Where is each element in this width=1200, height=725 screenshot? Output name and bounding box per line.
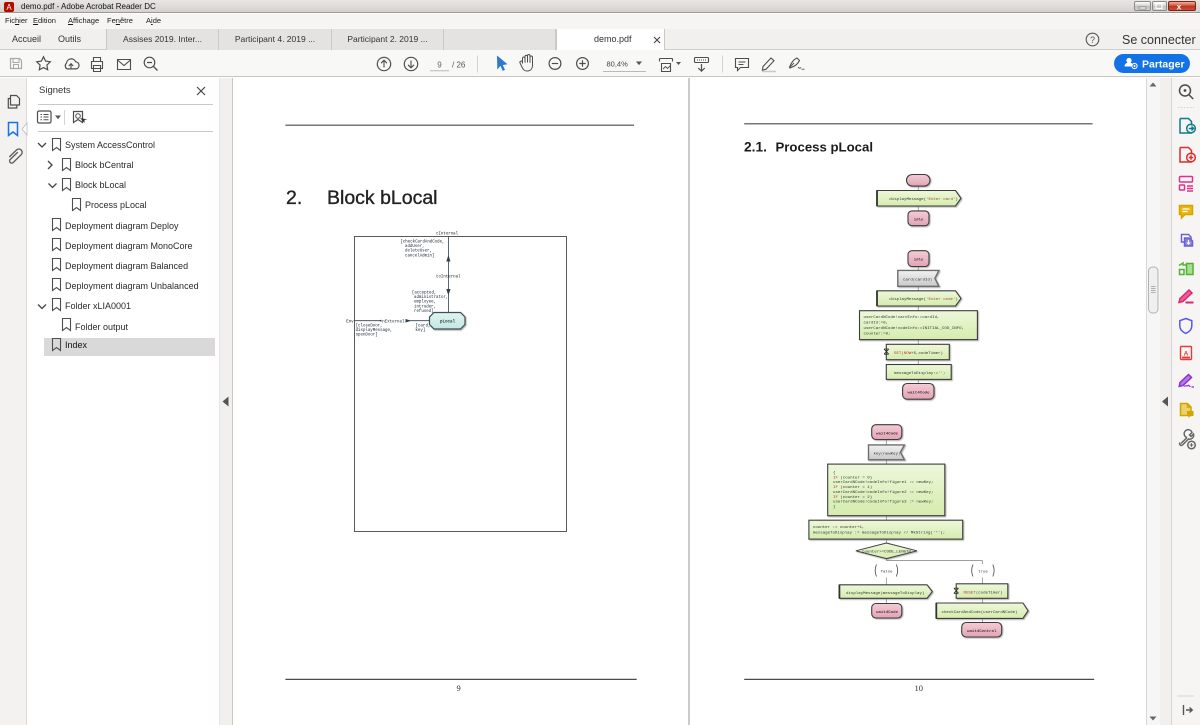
svg-text:displayMessage('Enter code'): displayMessage('Enter code') bbox=[889, 297, 958, 302]
svg-text:}: } bbox=[833, 505, 835, 510]
svg-text:Block bLocal: Block bLocal bbox=[327, 187, 438, 209]
svg-text:displayMessage(messageToDispla: displayMessage(messageToDisplay) bbox=[846, 591, 924, 596]
svg-text:[checkCardAndCode,: [checkCardAndCode, bbox=[400, 240, 444, 245]
svg-text:?: ? bbox=[1090, 35, 1095, 45]
svg-text:idle: idle bbox=[914, 258, 924, 263]
svg-text:pLocal: pLocal bbox=[440, 320, 456, 325]
svg-text:counter:=0;: counter:=0; bbox=[864, 331, 891, 336]
svg-text:A: A bbox=[6, 3, 12, 12]
svg-text:deleteUser,: deleteUser, bbox=[405, 249, 432, 254]
svg-text:idle: idle bbox=[914, 217, 924, 222]
svg-text:IF (counter = 2): IF (counter = 2) bbox=[833, 495, 872, 500]
svg-text:key(newKey): key(newKey) bbox=[874, 452, 901, 457]
svg-text:SET(NOW+5,codeTimer): SET(NOW+5,codeTimer) bbox=[894, 351, 943, 356]
svg-text:10: 10 bbox=[915, 683, 924, 693]
svg-text:true: true bbox=[978, 570, 988, 575]
svg-text:displayMessage('Enter card'): displayMessage('Enter card') bbox=[889, 197, 958, 202]
svg-text:cardId:=0,: cardId:=0, bbox=[864, 320, 889, 325]
svg-text:employee,: employee, bbox=[414, 300, 436, 305]
svg-text:x: x bbox=[1177, 2, 1182, 12]
svg-text:Env: Env bbox=[346, 320, 354, 324]
svg-text:2.1.: 2.1. bbox=[744, 140, 767, 155]
svg-text:nExternal: nExternal bbox=[382, 319, 405, 324]
svg-text:userCardNCode!codeInfo:=INITIA: userCardNCode!codeInfo:=INITIAL_COD_INFO… bbox=[864, 326, 965, 331]
svg-text:refused]: refused] bbox=[414, 309, 434, 314]
svg-text:addUser,: addUser, bbox=[405, 244, 425, 249]
svg-text:toInternal: toInternal bbox=[436, 274, 461, 279]
svg-text:9: 9 bbox=[457, 683, 461, 693]
svg-text:80,4%: 80,4% bbox=[607, 60, 629, 69]
svg-text:card(cardId): card(cardId) bbox=[903, 277, 932, 282]
svg-text:/ 26: / 26 bbox=[452, 61, 466, 70]
svg-text:wait4Code: wait4Code bbox=[876, 431, 899, 436]
svg-text:Process pLocal: Process pLocal bbox=[776, 140, 873, 155]
svg-text:key]: key] bbox=[415, 328, 425, 333]
svg-text:IF (counter = 1): IF (counter = 1) bbox=[833, 485, 872, 490]
svg-text:Partager: Partager bbox=[1142, 59, 1185, 71]
svg-text:[accepted,: [accepted, bbox=[412, 291, 437, 296]
svg-text:IF (counter = 0): IF (counter = 0) bbox=[833, 475, 872, 480]
svg-text:userCardNCode!cardInfo:=cardId: userCardNCode!cardInfo:=cardId, bbox=[864, 315, 940, 320]
svg-text:openDoor]: openDoor] bbox=[356, 333, 378, 338]
svg-text:wait4Central: wait4Central bbox=[967, 629, 997, 634]
svg-text:messageToDisplay:='';: messageToDisplay:=''; bbox=[894, 371, 946, 376]
svg-text:wait4Code: wait4Code bbox=[908, 391, 931, 396]
svg-text:RESET(codeTimer): RESET(codeTimer) bbox=[964, 590, 1003, 595]
svg-text:userCardNCode!codeInfo!figure2: userCardNCode!codeInfo!figure2 := newKey… bbox=[833, 490, 934, 495]
svg-text:counter := counter+1,: counter := counter+1, bbox=[813, 525, 865, 530]
svg-text:administrator,: administrator, bbox=[414, 295, 448, 300]
svg-text:userCardNCode!codeInfo!figure1: userCardNCode!codeInfo!figure1 := newKey… bbox=[833, 480, 934, 485]
svg-text:displayMessage,: displayMessage, bbox=[356, 328, 393, 333]
svg-text:[card,: [card, bbox=[415, 323, 430, 328]
svg-text:intruder,: intruder, bbox=[414, 304, 436, 309]
svg-text:checkCardAndCode(userCardNCode: checkCardAndCode(userCardNCode) bbox=[942, 610, 1018, 615]
svg-text:userCardNCode!codeInfo!figure3: userCardNCode!codeInfo!figure3 := newKey… bbox=[833, 500, 934, 505]
svg-text:[closeDoor,: [closeDoor, bbox=[356, 323, 383, 328]
svg-text:2.: 2. bbox=[286, 187, 302, 209]
svg-text:messageToDisplay := messageToD: messageToDisplay := messageToDisplay // … bbox=[813, 530, 945, 535]
svg-text:cInternal: cInternal bbox=[436, 232, 459, 237]
svg-text:A: A bbox=[1184, 351, 1189, 358]
svg-text:counter>=CODE_LENGTH: counter>=CODE_LENGTH bbox=[862, 550, 912, 555]
svg-text:wait4Code: wait4Code bbox=[876, 610, 899, 615]
svg-text:9: 9 bbox=[437, 61, 442, 70]
svg-text:cancelAdmin]: cancelAdmin] bbox=[405, 253, 434, 258]
svg-text:false: false bbox=[881, 570, 894, 575]
